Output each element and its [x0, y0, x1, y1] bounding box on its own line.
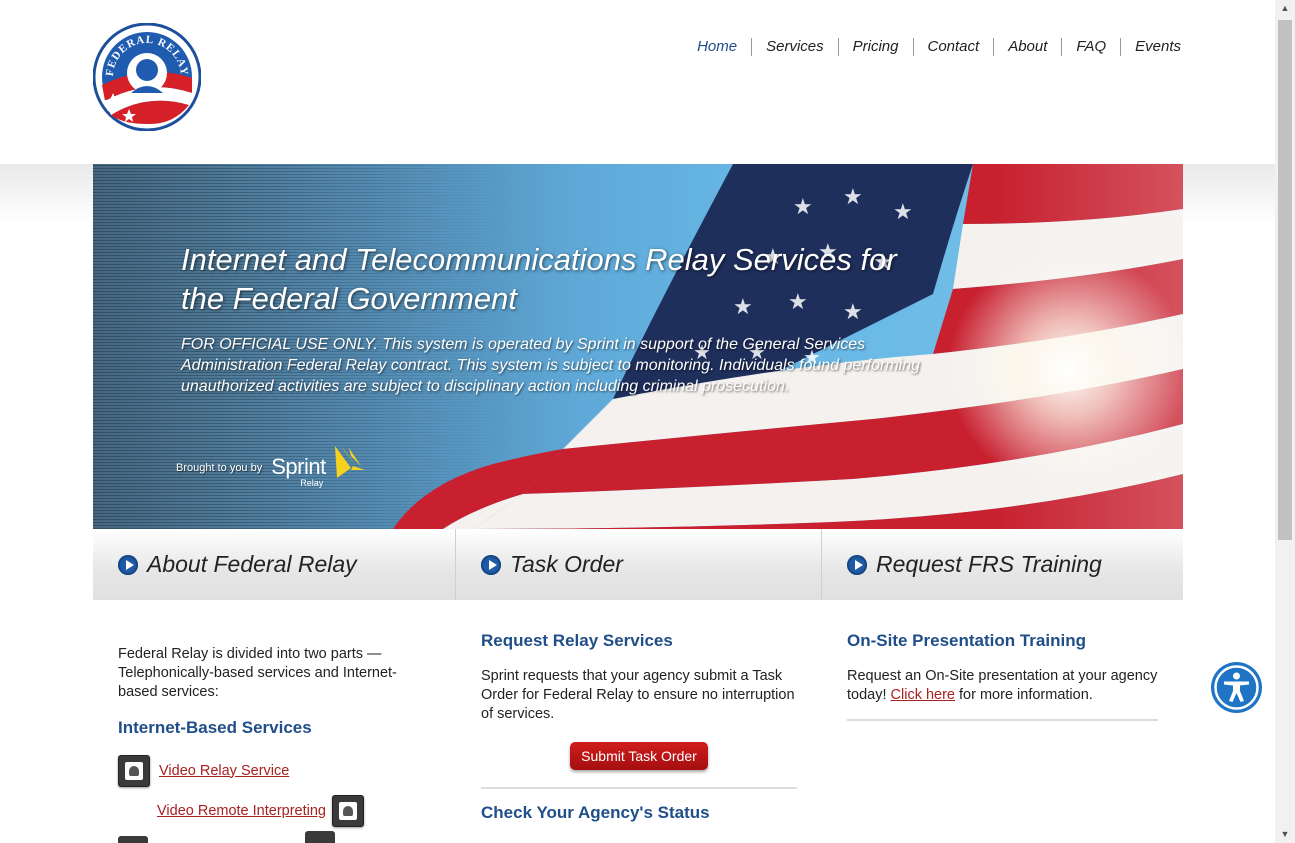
nav-faq[interactable]: FAQ	[1061, 38, 1120, 56]
list-item: Video Relay Service	[118, 755, 289, 787]
brought-by-text: Brought to you by	[176, 462, 263, 474]
click-here-link[interactable]: Click here	[891, 687, 955, 703]
main-nav: Home Services Pricing Contact About FAQ …	[683, 38, 1181, 56]
agency-status-heading: Check Your Agency's Status	[481, 803, 710, 822]
scroll-down-arrow-icon[interactable]: ▼	[1275, 826, 1295, 843]
onsite-training-heading: On-Site Presentation Training	[847, 631, 1086, 650]
play-circle-icon	[847, 554, 867, 575]
about-intro: Federal Relay is divided into two parts …	[118, 646, 397, 700]
page: FEDERAL RELAY Home Services Pricing Cont…	[0, 0, 1275, 843]
play-circle-icon	[118, 554, 138, 575]
training-text: Request an On-Site presentation at your …	[847, 667, 1158, 705]
sprint-logo[interactable]: Sprint Relay	[271, 444, 366, 492]
accessibility-icon	[1214, 665, 1259, 710]
sprint-sub: Relay	[300, 478, 324, 488]
list-item: Video Remote Interpreting	[157, 795, 365, 827]
play-circle-icon	[481, 554, 501, 575]
tab-label: About Federal Relay	[147, 551, 357, 577]
video-remote-interpreting-link[interactable]: Video Remote Interpreting	[157, 802, 326, 821]
video-relay-icon	[118, 755, 150, 787]
nav-services[interactable]: Services	[751, 38, 838, 56]
internet-services-heading: Internet-Based Services	[118, 718, 312, 737]
tab-task-order[interactable]: Task Order	[455, 529, 821, 600]
sprint-name: Sprint	[271, 454, 326, 479]
divider	[481, 787, 797, 789]
request-relay-heading: Request Relay Services	[481, 631, 673, 650]
sprint-wing-icon	[335, 446, 366, 478]
nav-pricing[interactable]: Pricing	[837, 38, 913, 56]
hero-title: Internet and Telecommunications Relay Se…	[181, 242, 897, 316]
svg-text:★: ★	[793, 194, 813, 219]
service-icon-partial	[118, 836, 148, 843]
training-text-after: for more information.	[955, 687, 1093, 703]
video-interpreting-icon	[332, 795, 365, 827]
submit-task-order-button[interactable]: Submit Task Order	[570, 742, 708, 770]
tab-about-federal-relay[interactable]: About Federal Relay	[93, 529, 455, 600]
tab-label: Task Order	[510, 551, 623, 577]
svg-text:★: ★	[893, 199, 913, 224]
hero-notice: FOR OFFICIAL USE ONLY. This system is op…	[181, 336, 920, 395]
nav-about[interactable]: About	[993, 38, 1061, 56]
federal-relay-logo[interactable]: FEDERAL RELAY	[92, 22, 202, 132]
hero-banner: ★ ★ ★ ★ ★ ★ ★ ★ ★ ★ ★ ★ Internet and Tel…	[93, 164, 1183, 529]
vertical-scrollbar[interactable]: ▲ ▼	[1275, 0, 1295, 843]
divider	[847, 719, 1158, 721]
scrollbar-thumb[interactable]	[1278, 20, 1292, 540]
brought-by: Brought to you by Sprint Relay	[176, 444, 366, 492]
service-icon-partial	[305, 831, 335, 843]
scroll-up-arrow-icon[interactable]: ▲	[1275, 0, 1295, 17]
tab-request-frs-training[interactable]: Request FRS Training	[821, 529, 1183, 600]
svg-text:★: ★	[843, 184, 863, 209]
nav-contact[interactable]: Contact	[912, 38, 994, 56]
accessibility-button[interactable]	[1211, 662, 1262, 713]
video-relay-link[interactable]: Video Relay Service	[159, 762, 289, 781]
tab-label: Request FRS Training	[876, 551, 1102, 577]
task-order-text: Sprint requests that your agency submit …	[481, 668, 795, 722]
nav-events[interactable]: Events	[1120, 38, 1181, 56]
feature-tabs: About Federal Relay Task Order Request F…	[93, 529, 1183, 600]
nav-home[interactable]: Home	[683, 38, 751, 56]
